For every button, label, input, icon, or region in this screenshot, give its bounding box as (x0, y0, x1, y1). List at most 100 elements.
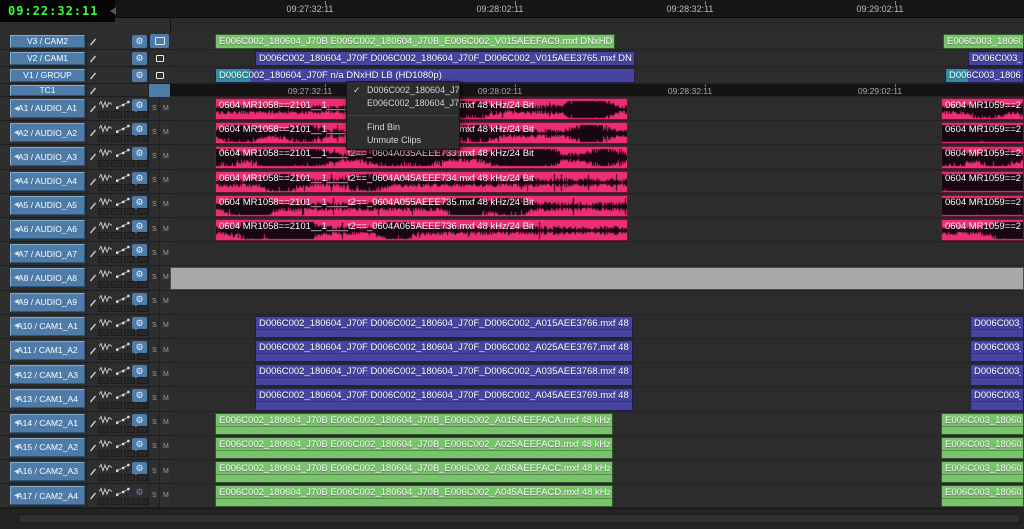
mute-button[interactable]: M (163, 153, 169, 160)
gear-icon[interactable]: ⚙ (132, 99, 147, 112)
track-name-button-A14[interactable]: A14 / CAM2_A1◀ (10, 414, 85, 433)
clip-A14-31[interactable]: E006C003_180604_J7 (941, 413, 1024, 435)
gear-icon[interactable]: ⚙ (132, 196, 147, 209)
automation-gain-icon[interactable] (116, 439, 130, 448)
mute-button[interactable]: M (163, 443, 169, 450)
automation-gain-icon[interactable] (116, 342, 130, 351)
pencil-icon[interactable] (88, 491, 98, 501)
clip-A4-6[interactable]: 0604 MR1058==2101__1____t2==_0604A045AEE… (215, 171, 628, 193)
waveform-icon[interactable] (99, 342, 112, 351)
solo-button[interactable]: S (152, 395, 157, 402)
waveform-icon[interactable] (99, 173, 112, 182)
pencil-icon[interactable] (88, 86, 98, 96)
pencil-icon[interactable] (88, 249, 98, 259)
mute-button[interactable]: M (163, 177, 169, 184)
pencil-icon[interactable] (88, 467, 98, 477)
track-name-button-V2[interactable]: V2 / CAM1 (10, 52, 85, 65)
clip-A6-26[interactable]: 0604 MR1059==2101 (941, 219, 1024, 241)
automation-gain-icon[interactable] (116, 415, 130, 424)
clip-A16-16[interactable]: E006C002_180604_J70B E006C002_180604_J70… (215, 461, 613, 483)
menu-item[interactable]: Find Bin (347, 121, 459, 134)
gear-icon[interactable]: ⚙ (132, 220, 147, 233)
mute-button[interactable]: M (163, 105, 169, 112)
waveform-icon[interactable] (99, 124, 112, 133)
monitor-icon[interactable] (150, 68, 169, 82)
track-name-button-A15[interactable]: A15 / CAM2_A2◀ (10, 438, 85, 457)
clip-A11-11[interactable]: D006C002_180604_J70F D006C002_180604_J70… (255, 340, 633, 362)
timeline-ruler[interactable]: 09:27:32:1109:28:02:1109:28:32:1109:29:0… (0, 0, 1024, 18)
mute-button[interactable]: M (163, 250, 169, 257)
pencil-icon[interactable] (88, 71, 98, 81)
gear-icon[interactable]: ⚙ (132, 365, 147, 378)
track-name-button-A12[interactable]: A12 / CAM1_A3◀ (10, 365, 85, 384)
waveform-icon[interactable] (99, 294, 112, 303)
monitor-icon[interactable] (150, 34, 169, 48)
pencil-icon[interactable] (88, 443, 98, 453)
gear-icon[interactable]: ⚙ (132, 486, 147, 499)
gear-icon[interactable]: ⚙ (132, 341, 147, 354)
automation-gain-icon[interactable] (116, 487, 130, 496)
solo-button[interactable]: S (152, 419, 157, 426)
clip-V3-0[interactable]: E006C002_180604_J70B E006C002_180604_J70… (215, 34, 615, 49)
pencil-icon[interactable] (88, 273, 98, 283)
automation-gain-icon[interactable] (116, 318, 130, 327)
solo-button[interactable]: S (152, 129, 157, 136)
clip-A6-8[interactable]: 0604 MR1058==2101__1____t2==_0604A065AEE… (215, 219, 628, 241)
gear-icon[interactable]: ⚙ (132, 462, 147, 475)
mute-button[interactable]: M (163, 274, 169, 281)
clip-A15-32[interactable]: E006C003_180604_J7 (941, 437, 1024, 459)
gear-icon[interactable]: ⚙ (132, 389, 147, 402)
solo-button[interactable]: S (152, 371, 157, 378)
pencil-icon[interactable] (88, 394, 98, 404)
mute-button[interactable]: M (163, 298, 169, 305)
pencil-icon[interactable] (88, 54, 98, 64)
track-name-button-A4[interactable]: A4 / AUDIO_A4◀ (10, 172, 85, 191)
clip-V2-19[interactable]: D006C003_18 (968, 51, 1024, 66)
clip-A8-9[interactable] (170, 267, 1024, 289)
solo-button[interactable]: S (152, 492, 157, 499)
mute-button[interactable]: M (163, 419, 169, 426)
clip-A13-30[interactable]: D006C003_18 (970, 388, 1024, 410)
waveform-icon[interactable] (99, 100, 112, 109)
clip-A12-29[interactable]: D006C003_18 (970, 364, 1024, 386)
pencil-icon[interactable] (88, 346, 98, 356)
solo-button[interactable]: S (152, 468, 157, 475)
waveform-icon[interactable] (99, 390, 112, 399)
mute-button[interactable]: M (163, 347, 169, 354)
mute-button[interactable]: M (163, 492, 169, 499)
clip-A16-33[interactable]: E006C003_180604_J7 (941, 461, 1024, 483)
menu-item[interactable]: D006C002_180604_J70F✓ (347, 84, 459, 97)
track-name-button-A7[interactable]: A7 / AUDIO_A7◀ (10, 244, 85, 263)
automation-gain-icon[interactable] (116, 100, 130, 109)
pencil-icon[interactable] (88, 298, 98, 308)
gear-icon[interactable]: ⚙ (132, 438, 147, 451)
automation-gain-icon[interactable] (116, 294, 130, 303)
clip-V3-18[interactable]: E006C003_180604_J (943, 34, 1024, 49)
gear-icon[interactable]: ⚙ (132, 35, 147, 48)
mute-button[interactable]: M (163, 468, 169, 475)
automation-gain-icon[interactable] (116, 366, 130, 375)
solo-button[interactable]: S (152, 153, 157, 160)
waveform-icon[interactable] (99, 487, 112, 496)
solo-button[interactable]: S (152, 298, 157, 305)
automation-gain-icon[interactable] (116, 221, 130, 230)
pencil-icon[interactable] (88, 225, 98, 235)
track-name-button-A2[interactable]: A2 / AUDIO_A2◀ (10, 123, 85, 142)
automation-gain-icon[interactable] (116, 463, 130, 472)
mute-button[interactable]: M (163, 322, 169, 329)
scroll-left-arrow-icon[interactable] (110, 7, 116, 15)
gear-icon[interactable]: ⚙ (132, 293, 147, 306)
gear-icon[interactable]: ⚙ (132, 147, 147, 160)
mute-button[interactable]: M (163, 371, 169, 378)
clip-A5-25[interactable]: 0604 MR1059==2101 (941, 195, 1024, 217)
track-name-button-TC1[interactable]: TC1 (10, 85, 85, 96)
mute-button[interactable]: M (163, 129, 169, 136)
automation-gain-icon[interactable] (116, 173, 130, 182)
track-name-button-A13[interactable]: A13 / CAM1_A4◀ (10, 389, 85, 408)
clip-A10-27[interactable]: D006C003_18 (970, 316, 1024, 338)
track-name-button-A1[interactable]: A1 / AUDIO_A1◀ (10, 99, 85, 118)
track-name-button-A5[interactable]: A5 / AUDIO_A5◀ (10, 196, 85, 215)
gear-icon[interactable]: ⚙ (132, 268, 147, 281)
waveform-icon[interactable] (99, 318, 112, 327)
waveform-icon[interactable] (99, 269, 112, 278)
